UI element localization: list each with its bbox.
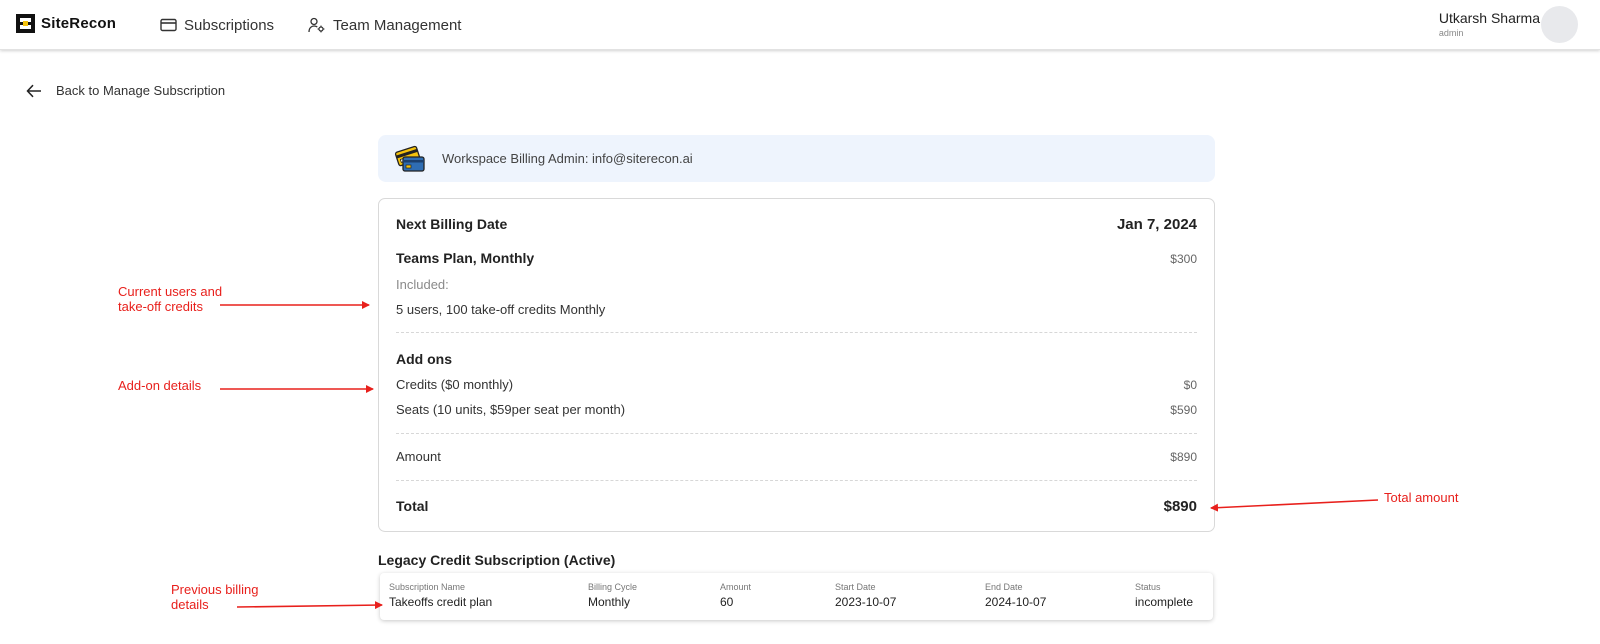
addon-label: Credits ($0 monthly) <box>396 377 514 392</box>
column-value: 2023-10-07 <box>835 595 897 609</box>
annotation-line: Previous billing <box>171 582 259 597</box>
back-to-manage-subscription-link[interactable]: Back to Manage Subscription <box>26 83 225 98</box>
column-header: Billing Cycle <box>588 582 638 592</box>
divider <box>396 480 1197 481</box>
legacy-subscription-title: Legacy Credit Subscription (Active) <box>378 552 616 568</box>
addons-title-row: Add ons <box>396 351 1197 367</box>
included-label: Included: <box>396 277 449 292</box>
annotation-line: take-off credits <box>118 299 204 314</box>
back-link-label: Back to Manage Subscription <box>56 83 226 98</box>
user-info[interactable]: Utkarsh Sharma admin <box>1439 10 1540 38</box>
addon-credits-row: Credits ($0 monthly) $0 <box>396 377 1197 392</box>
top-navigation-bar: SiteRecon Subscriptions Team Management <box>0 0 1600 50</box>
user-role: admin <box>1438 28 1464 38</box>
total-value: $890 <box>1163 498 1197 515</box>
next-billing-label: Next Billing Date <box>396 216 508 232</box>
column-header: Status <box>1135 582 1161 592</box>
main-nav: Subscriptions Team Management <box>160 0 461 50</box>
annotation-total-amount: Total amount <box>1384 490 1459 505</box>
annotation-line: Current users and <box>118 284 223 299</box>
addon-value: $590 <box>1170 403 1197 417</box>
legacy-col-end-date: End Date 2024-10-07 <box>985 582 1046 609</box>
legacy-col-start-date: Start Date 2023-10-07 <box>835 582 896 609</box>
annotation-current-users: Current users and take-off credits <box>118 284 222 314</box>
nav-label-team-management: Team Management <box>333 16 462 34</box>
column-value: incomplete <box>1135 595 1194 609</box>
column-header: Subscription Name <box>389 582 466 592</box>
column-header: Start Date <box>835 582 876 592</box>
addon-seats-row: Seats (10 units, $59per seat per month) … <box>396 402 1197 417</box>
nav-item-team-management[interactable]: Team Management <box>308 17 461 34</box>
column-value: Takeoffs credit plan <box>389 595 493 609</box>
plan-name: Teams Plan, Monthly <box>396 250 535 266</box>
credit-cards-icon <box>394 145 425 172</box>
user-name: Utkarsh Sharma <box>1438 10 1540 26</box>
annotation-line: details <box>171 597 209 612</box>
included-row: Included: <box>396 277 1197 292</box>
amount-value: $890 <box>1170 450 1197 464</box>
column-value: Monthly <box>588 595 631 609</box>
addons-title: Add ons <box>396 351 452 367</box>
nav-item-subscriptions[interactable]: Subscriptions <box>160 17 274 34</box>
annotation-arrow <box>1210 499 1379 512</box>
avatar[interactable] <box>1541 6 1578 43</box>
column-value: 2024-10-07 <box>985 595 1047 609</box>
workspace-billing-admin-banner: Workspace Billing Admin: info@siterecon.… <box>378 135 1215 182</box>
annotation-previous-billing: Previous billing details <box>171 582 258 612</box>
next-billing-date: Jan 7, 2024 <box>1116 216 1197 233</box>
amount-label: Amount <box>396 449 441 464</box>
divider <box>396 332 1197 333</box>
addon-label: Seats (10 units, $59per seat per month) <box>396 402 626 417</box>
plan-row: Teams Plan, Monthly $300 <box>396 250 1197 266</box>
total-label: Total <box>396 498 429 514</box>
credit-card-icon <box>160 18 177 32</box>
legacy-col-subscription-name: Subscription Name Takeoffs credit plan <box>389 582 492 609</box>
annotation-addon-details: Add-on details <box>118 378 202 393</box>
included-details-row: 5 users, 100 take-off credits Monthly <box>396 302 1197 317</box>
plan-price: $300 <box>1170 252 1197 266</box>
addon-value: $0 <box>1183 378 1197 392</box>
legacy-col-amount: Amount 60 <box>720 582 751 609</box>
column-value: 60 <box>720 595 734 609</box>
arrow-left-icon <box>26 84 41 97</box>
billing-summary-card: Next Billing Date Jan 7, 2024 Teams Plan… <box>378 198 1215 532</box>
included-text: 5 users, 100 take-off credits Monthly <box>396 302 606 317</box>
legacy-subscription-row: Subscription Name Takeoffs credit plan B… <box>380 573 1213 620</box>
annotation-arrow <box>236 601 383 610</box>
nav-label-subscriptions: Subscriptions <box>184 16 275 34</box>
column-header: End Date <box>985 582 1023 592</box>
siterecon-logo[interactable]: SiteRecon <box>16 14 116 33</box>
legacy-col-billing-cycle: Billing Cycle Monthly <box>588 582 637 609</box>
next-billing-row: Next Billing Date Jan 7, 2024 <box>396 216 1197 233</box>
total-row: Total $890 <box>396 498 1197 515</box>
team-settings-icon <box>308 17 325 33</box>
brand-name: SiteRecon <box>41 15 117 32</box>
column-header: Amount <box>720 582 752 592</box>
siterecon-logo-icon <box>16 14 35 33</box>
legacy-col-status: Status incomplete <box>1135 582 1193 609</box>
amount-row: Amount $890 <box>396 449 1197 464</box>
divider <box>396 433 1197 434</box>
banner-text: Workspace Billing Admin: info@siterecon.… <box>442 151 693 166</box>
